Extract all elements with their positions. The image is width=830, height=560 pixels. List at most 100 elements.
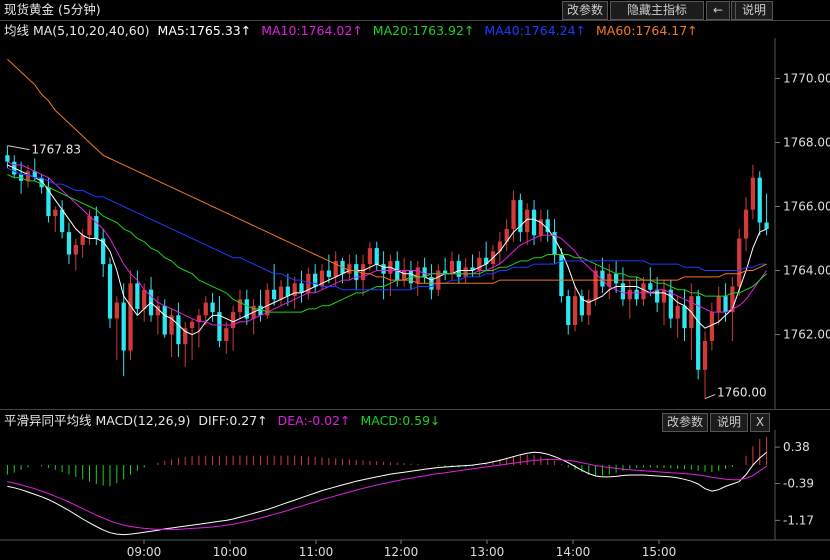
y-tick-label: 1762.00 bbox=[783, 328, 830, 342]
candle-body bbox=[559, 254, 564, 297]
candle-body bbox=[661, 289, 667, 303]
candle-body bbox=[18, 174, 24, 181]
candle-body bbox=[388, 260, 393, 274]
macd-y-tick-label: -0.39 bbox=[783, 477, 814, 491]
candle-body bbox=[620, 283, 626, 300]
x-tick-label: 09:00 bbox=[127, 545, 162, 559]
candle-body bbox=[374, 248, 379, 265]
candle-body bbox=[593, 270, 598, 300]
x-tick-label: 14:00 bbox=[556, 545, 591, 559]
candle-body bbox=[716, 296, 721, 313]
candle-body bbox=[25, 171, 31, 181]
candle-body bbox=[87, 216, 92, 236]
x-tick-label: 10:00 bbox=[213, 545, 248, 559]
candle-body bbox=[545, 219, 550, 233]
candle-body bbox=[121, 302, 126, 351]
ma60-line bbox=[7, 58, 767, 284]
candle-body bbox=[66, 232, 72, 255]
y-tick-label: 1768.00 bbox=[783, 135, 830, 149]
candle-body bbox=[210, 302, 215, 313]
candle-body bbox=[244, 299, 249, 319]
candle-body bbox=[196, 315, 202, 322]
candle-body bbox=[251, 305, 256, 319]
candle-body bbox=[709, 312, 714, 341]
y-tick-label: 1770.00 bbox=[783, 71, 830, 85]
candle-body bbox=[39, 177, 44, 188]
candle-body bbox=[347, 264, 352, 274]
candle-body bbox=[422, 267, 427, 277]
candle-body bbox=[504, 228, 509, 242]
ma5-line bbox=[7, 164, 767, 336]
candle-body bbox=[94, 216, 99, 239]
candle-body bbox=[566, 296, 571, 325]
change-params-button[interactable]: 改参数 bbox=[562, 1, 608, 20]
candle-body bbox=[278, 286, 284, 300]
chart-canvas: 1770.00 1768.00 1766.00 1764.00 1762.00 0.38… bbox=[0, 38, 830, 559]
macd-dea-value: DEA:-0.02↑ bbox=[277, 413, 351, 428]
candle-body bbox=[176, 315, 181, 345]
candle-body bbox=[142, 289, 147, 309]
candle-body bbox=[572, 296, 578, 325]
macd-legend-label: 平滑异同平均线 MACD(12,26,9) bbox=[4, 413, 191, 428]
candle-body bbox=[586, 299, 591, 316]
candle-body bbox=[443, 270, 448, 274]
candle-body bbox=[299, 283, 304, 293]
candle-body bbox=[613, 273, 619, 284]
low-annotation-line bbox=[704, 394, 716, 400]
candle-body bbox=[395, 260, 400, 281]
hide-main-indicator-button[interactable]: 隐藏主指标 bbox=[610, 1, 704, 20]
ma40-value: MA40:1764.24↑ bbox=[484, 23, 587, 38]
candle-body bbox=[80, 235, 85, 245]
candle-body bbox=[224, 328, 229, 341]
candle-body bbox=[340, 260, 345, 274]
candle-body bbox=[73, 244, 78, 255]
candle-body bbox=[114, 302, 119, 319]
candle-body bbox=[552, 232, 557, 255]
candle-body bbox=[634, 289, 639, 300]
x-tick-label: 11:00 bbox=[299, 545, 334, 559]
ma60-value: MA60:1764.17↑ bbox=[596, 23, 698, 38]
candle-body bbox=[5, 155, 10, 162]
candle-body bbox=[456, 260, 461, 277]
candle-body bbox=[689, 296, 694, 329]
candle-body bbox=[538, 219, 544, 236]
scroll-left-button[interactable]: ← bbox=[706, 1, 730, 20]
candle-body bbox=[258, 305, 263, 316]
candle-body bbox=[53, 209, 58, 217]
ma-legend-label: 均线 MA(5,10,20,40,60) bbox=[4, 23, 150, 38]
x-tick-label: 12:00 bbox=[384, 545, 419, 559]
candle-body bbox=[333, 260, 338, 277]
candle-body bbox=[354, 264, 359, 281]
macd-y-tick-label: 0.38 bbox=[783, 440, 810, 454]
dea-line bbox=[7, 458, 767, 530]
instrument-title: 现货黄金 (5分钟) bbox=[4, 2, 101, 17]
macd-help-button[interactable]: 说明 bbox=[710, 413, 748, 432]
candle-body bbox=[525, 209, 530, 233]
ma10-value: MA10:1764.02↑ bbox=[261, 23, 363, 38]
candle-body bbox=[381, 264, 386, 274]
help-button[interactable]: 说明 bbox=[735, 1, 773, 20]
candle-body bbox=[463, 267, 468, 277]
candle-body bbox=[265, 289, 270, 316]
low-annotation: 1760.00 bbox=[717, 386, 767, 400]
candle-body bbox=[600, 270, 605, 287]
candle-body bbox=[148, 289, 154, 316]
candle-body bbox=[367, 248, 373, 265]
macd-macd-value: MACD:0.59↓ bbox=[360, 413, 441, 428]
candle-body bbox=[757, 177, 762, 223]
candle-body bbox=[101, 238, 106, 265]
ma5-value: MA5:1765.33↑ bbox=[157, 23, 252, 38]
candle-body bbox=[531, 209, 537, 236]
macd-change-params-button[interactable]: 改参数 bbox=[662, 413, 708, 432]
macd-close-button[interactable]: X bbox=[750, 413, 770, 432]
candle-body bbox=[696, 296, 701, 370]
y-tick-label: 1764.00 bbox=[783, 264, 830, 278]
candle-body bbox=[579, 296, 585, 316]
candle-body bbox=[189, 321, 195, 329]
candle-body bbox=[401, 270, 407, 281]
candle-body bbox=[675, 305, 680, 319]
candle-body bbox=[484, 257, 489, 265]
x-tick-label: 15:00 bbox=[642, 545, 677, 559]
high-annotation: 1767.83 bbox=[31, 143, 81, 157]
candle-body bbox=[497, 241, 502, 252]
